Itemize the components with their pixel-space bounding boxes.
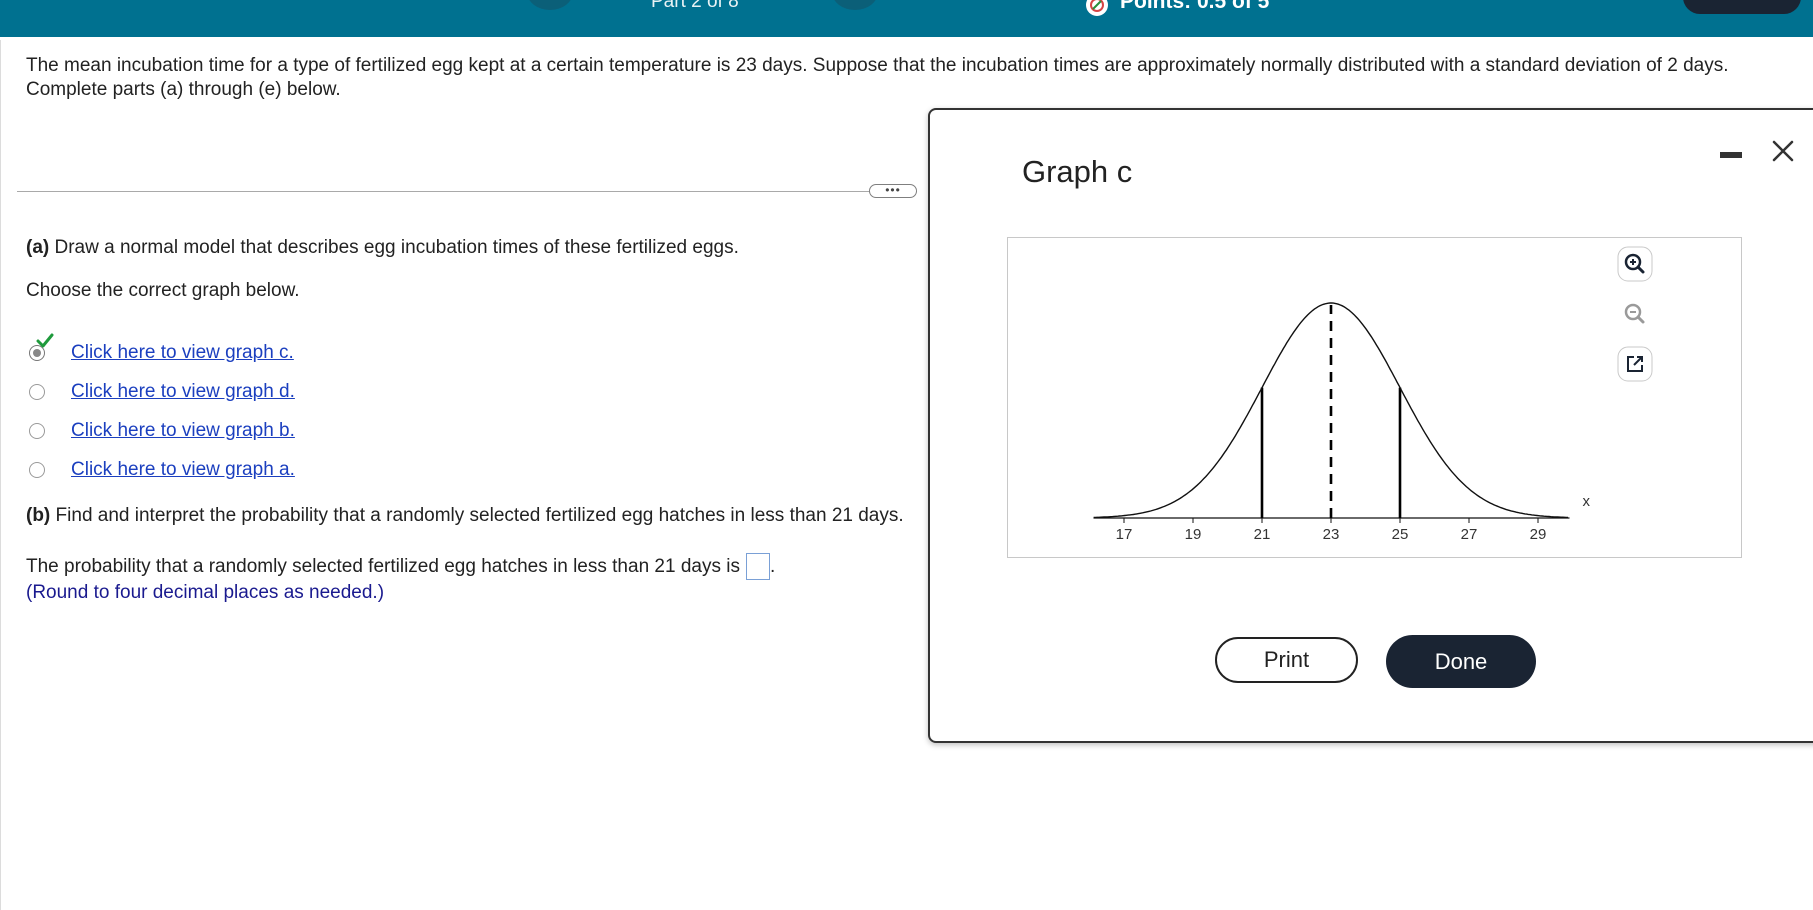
rounding-note: (Round to four decimal places as needed.… <box>26 582 385 603</box>
top-action-button[interactable] <box>1683 0 1801 14</box>
pop-out-button[interactable] <box>1617 346 1653 382</box>
probability-statement: The probability that a randomly selected… <box>26 555 740 577</box>
graph-dialog: Graph c 17 19 21 23 25 27 29 x Print Don… <box>928 108 1813 743</box>
probability-period: . <box>769 555 776 577</box>
option-graph-d: Click here to view graph d. <box>26 372 295 411</box>
x-tick-label-17: 17 <box>1116 526 1133 543</box>
external-link-icon <box>1617 346 1653 382</box>
part-a-text: Draw a normal model that describes egg i… <box>49 237 739 258</box>
link-graph-c[interactable]: Click here to view graph c. <box>71 342 294 364</box>
expand-more-button[interactable]: ••• <box>869 184 917 198</box>
x-tick-label-21: 21 <box>1254 526 1271 543</box>
zoom-out-icon <box>1624 303 1645 324</box>
points-status-icon <box>1086 0 1108 16</box>
checkmark-icon <box>36 333 54 348</box>
graph-options: Click here to view graph c. Click here t… <box>26 333 295 489</box>
probability-answer-input[interactable] <box>745 553 770 580</box>
part-indicator: Part 2 of 8 <box>651 0 739 12</box>
radio-graph-a[interactable] <box>29 461 45 478</box>
part-a-label: (a) <box>26 237 50 258</box>
points-label: Points: 0.5 of 5 <box>1120 0 1270 13</box>
link-graph-d[interactable]: Click here to view graph d. <box>71 381 295 403</box>
zoom-in-icon <box>1617 246 1653 282</box>
question-stem: The mean incubation time for a type of f… <box>26 55 1729 100</box>
radio-graph-d[interactable] <box>29 383 45 400</box>
dialog-title: Graph c <box>1022 154 1133 189</box>
previous-part-button[interactable] <box>527 0 573 10</box>
points-display: Points: 0.5 of 5 <box>1086 0 1270 16</box>
x-tick-label-25: 25 <box>1392 526 1409 543</box>
part-b-prompt: (b) Find and interpret the probability t… <box>26 505 904 527</box>
part-b-label: (b) <box>26 505 51 526</box>
choose-instruction: Choose the correct graph below. <box>26 280 300 301</box>
x-axis-label: x <box>1583 493 1591 510</box>
top-bar: Part 2 of 8 Points: 0.5 of 5 <box>0 0 1813 37</box>
link-graph-b[interactable]: Click here to view graph b. <box>71 420 295 442</box>
zoom-in-button[interactable] <box>1617 246 1653 282</box>
done-button[interactable]: Done <box>1386 635 1536 688</box>
close-icon[interactable] <box>1768 136 1798 166</box>
x-tick-label-27: 27 <box>1461 526 1478 543</box>
option-graph-c: Click here to view graph c. <box>26 333 295 372</box>
option-graph-b: Click here to view graph b. <box>26 411 295 450</box>
probability-answer-line: The probability that a randomly selected… <box>26 553 775 580</box>
radio-graph-b[interactable] <box>29 422 45 439</box>
graph-panel: 17 19 21 23 25 27 29 x <box>1007 237 1742 558</box>
option-graph-a: Click here to view graph a. <box>26 450 295 489</box>
minimize-icon[interactable] <box>1720 148 1742 162</box>
left-border <box>0 40 1 910</box>
part-a-prompt: (a) Draw a normal model that describes e… <box>26 237 739 259</box>
normal-curve-chart: 17 19 21 23 25 27 29 x <box>1093 302 1591 543</box>
x-tick-label-23: 23 <box>1323 526 1340 543</box>
next-part-button[interactable] <box>832 0 878 10</box>
section-divider <box>17 191 917 192</box>
x-tick-label-29: 29 <box>1530 526 1547 543</box>
zoom-out-button[interactable] <box>1617 296 1653 332</box>
link-graph-a[interactable]: Click here to view graph a. <box>71 459 295 481</box>
part-b-text: Find and interpret the probability that … <box>50 505 904 526</box>
x-tick-label-19: 19 <box>1185 526 1202 543</box>
print-button[interactable]: Print <box>1215 637 1358 683</box>
